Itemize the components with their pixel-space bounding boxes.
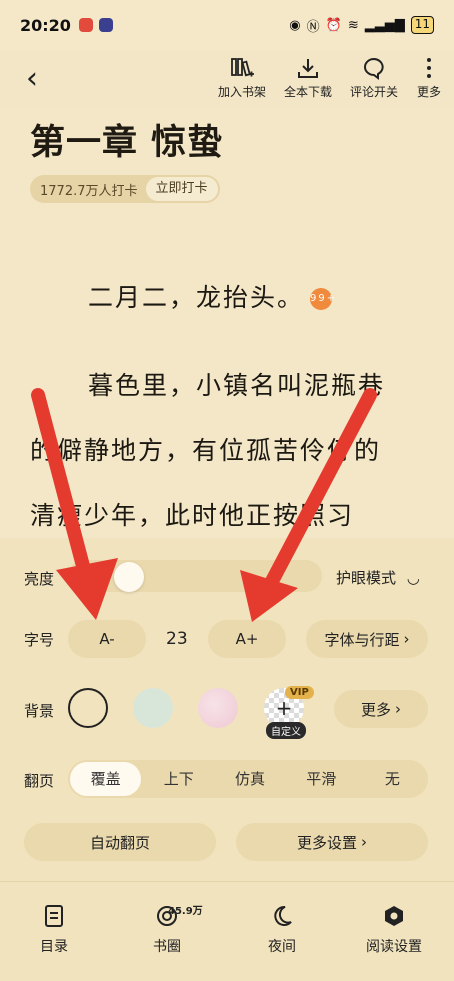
bookshelf-icon xyxy=(231,58,254,77)
background-more-button[interactable]: 更多 › xyxy=(334,690,428,728)
more-vertical-icon xyxy=(427,58,431,78)
chevron-right-icon: › xyxy=(395,700,401,718)
custom-background-label: 自定义 xyxy=(266,722,306,739)
nav-reading-settings[interactable]: 阅读设置 xyxy=(366,904,422,956)
checkin-pill: 1772.7万人打卡 立即打卡 xyxy=(30,175,220,203)
alarm-icon: ⏰ xyxy=(325,17,342,33)
nfc-icon: Ⓝ xyxy=(306,19,320,35)
eye-mode-toggle[interactable]: 护眼模式 ◡ xyxy=(336,567,420,588)
download-icon xyxy=(297,59,318,78)
nav-night[interactable]: 夜间 xyxy=(268,904,296,956)
chapter-title: 第一章 惊蛰 xyxy=(30,123,224,163)
background-label: 背景 xyxy=(24,702,55,720)
more-settings-label: 更多设置 xyxy=(296,833,357,852)
status-icons: ◉ Ⓝ ⏰ ≋ ▂▃▅▇ 11 xyxy=(289,16,434,35)
comment-icon xyxy=(363,57,384,80)
background-swatch-green[interactable] xyxy=(133,688,173,728)
reader-toolbar: ‹ 加入书架 全本下载 评论开关 更多 xyxy=(0,50,454,108)
page-turn-option-vertical[interactable]: 上下 xyxy=(143,760,214,798)
nav-reading-settings-label: 阅读设置 xyxy=(366,939,422,955)
back-icon[interactable]: ‹ xyxy=(26,64,38,94)
hexagon-settings-icon xyxy=(385,906,403,926)
page-turn-option-cover[interactable]: 覆盖 xyxy=(70,762,142,796)
auto-turn-button[interactable]: 自动翻页 xyxy=(24,823,216,861)
download-all-button[interactable]: 全本下载 xyxy=(284,56,332,100)
nav-catalog-label: 目录 xyxy=(40,939,68,955)
page-turn-option-smooth[interactable]: 平滑 xyxy=(286,760,357,798)
checkin-button[interactable]: 立即打卡 xyxy=(145,177,218,201)
brightness-slider-knob[interactable] xyxy=(114,562,144,592)
page-turn-label: 翻页 xyxy=(24,772,55,790)
download-all-label: 全本下载 xyxy=(283,85,332,99)
paragraph-comment-badge[interactable]: 99+ xyxy=(310,288,335,310)
nav-night-label: 夜间 xyxy=(268,939,296,955)
paragraph-2-line: 清瘦少年，此时他正按照习 xyxy=(30,501,355,530)
add-to-shelf-button[interactable]: 加入书架 xyxy=(218,56,266,100)
page-turn-option-none[interactable]: 无 xyxy=(357,760,428,798)
background-more-label: 更多 xyxy=(360,700,391,719)
add-to-shelf-label: 加入书架 xyxy=(217,85,266,99)
chevron-right-icon: › xyxy=(361,833,367,851)
paragraph-1: 二月二，龙抬头。 99+ xyxy=(88,278,454,314)
status-time: 20:20 xyxy=(20,15,71,35)
checkin-count: 1772.7万人打卡 xyxy=(40,183,138,199)
comment-toggle-button[interactable]: 评论开关 xyxy=(350,56,398,100)
wifi-icon: ≋ xyxy=(347,17,359,33)
more-settings-button[interactable]: 更多设置 › xyxy=(236,823,428,861)
eye-mode-label: 护眼模式 xyxy=(336,569,397,587)
comment-toggle-label: 评论开关 xyxy=(349,85,398,99)
vip-badge: VIP xyxy=(285,686,314,699)
page-turn-selector: 覆盖 上下 仿真 平滑 无 xyxy=(68,760,428,798)
eye-closed-icon: ◡ xyxy=(406,569,420,587)
plus-icon: + xyxy=(275,696,293,720)
font-size-value: 23 xyxy=(166,629,188,649)
more-label: 更多 xyxy=(416,85,441,99)
status-bar: 20:20 ◉ Ⓝ ⏰ ≋ ▂▃▅▇ 11 xyxy=(0,0,454,50)
brightness-label: 亮度 xyxy=(24,570,55,588)
paragraph-2-line: 暮色里，小镇名叫泥瓶巷 xyxy=(88,371,386,400)
paragraph-1-text: 二月二，龙抬头。 xyxy=(88,283,305,312)
page-turn-option-simulate[interactable]: 仿真 xyxy=(214,760,285,798)
font-decrease-button[interactable]: A- xyxy=(68,620,146,658)
battery-icon: 11 xyxy=(410,16,434,34)
eye-icon: ◉ xyxy=(289,17,301,33)
nav-circle-label: 书圈 xyxy=(153,939,181,955)
brightness-slider[interactable] xyxy=(68,560,322,592)
moon-icon xyxy=(274,905,292,926)
catalog-icon xyxy=(45,905,63,927)
app-notification-icon xyxy=(78,18,93,32)
nav-catalog[interactable]: 目录 xyxy=(40,904,68,956)
app-notification-icon xyxy=(98,18,113,32)
reader-content[interactable]: 第一章 惊蛰 1772.7万人打卡 立即打卡 二月二，龙抬头。 99+ 暮色里，小… xyxy=(0,108,454,538)
font-size-label: 字号 xyxy=(24,631,55,649)
reading-settings-panel: 亮度 护眼模式 ◡ 字号 A- 23 A+ 字体与行距 › 背景 + VIP 自… xyxy=(0,538,454,881)
bottom-nav: 目录 书圈 45.9万 夜间 阅读设置 xyxy=(0,881,454,981)
font-increase-button[interactable]: A+ xyxy=(208,620,286,658)
nav-circle-badge: 45.9万 xyxy=(168,906,203,917)
more-button[interactable]: 更多 xyxy=(416,56,442,100)
chevron-right-icon: › xyxy=(403,630,410,648)
font-spacing-button[interactable]: 字体与行距 › xyxy=(306,620,428,658)
background-swatch-floral[interactable] xyxy=(198,688,238,728)
signal-icon: ▂▃▅▇ xyxy=(364,17,405,33)
paragraph-2-line: 的僻静地方，有位孤苦伶仃的 xyxy=(30,436,382,465)
background-swatch-default[interactable] xyxy=(68,688,108,728)
font-spacing-label: 字体与行距 xyxy=(324,630,400,649)
